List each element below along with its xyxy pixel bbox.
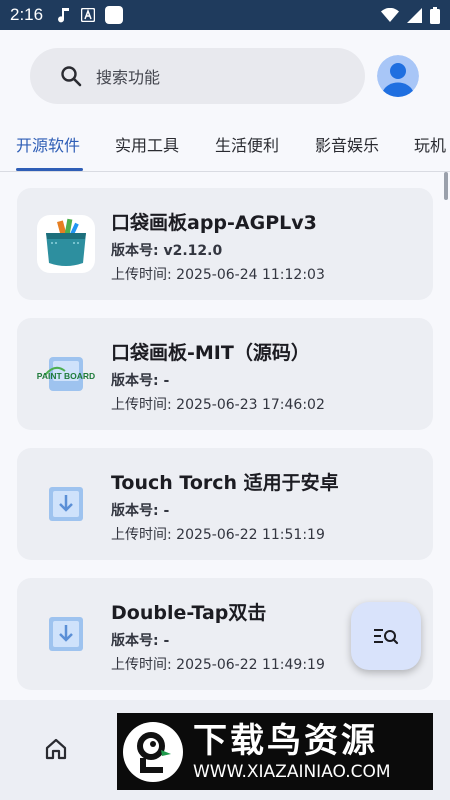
tab-open-source[interactable]: 开源软件 [16,132,80,156]
upload-time-label: 上传时间: [111,397,172,413]
search-icon [60,65,82,87]
watermark-title: 下载鸟资源 [193,720,378,761]
wifi-icon [381,8,399,22]
tab-utilities[interactable]: 实用工具 [115,132,179,156]
paint-board-icon-text: PAINT BOARD [37,371,95,381]
home-icon[interactable] [44,738,68,764]
paint-board-app-icon: PAINT BOARD [35,345,95,403]
upload-time-value: 2025-06-22 11:51:19 [176,527,325,543]
search-bar[interactable]: 搜索功能 [30,48,365,104]
version-value: - [163,373,170,389]
app-title: Double-Tap双击 [111,602,267,624]
download-box-icon [37,605,95,663]
upload-time-value: 2025-06-22 11:49:19 [176,657,325,673]
download-box-icon [37,475,95,533]
paint-pocket-app-icon [37,215,95,273]
watermark-url: WWW.XIAZAINIAO.COM [193,761,391,782]
version-label: 版本号: [111,243,159,259]
square-icon [105,6,124,24]
version-value: - [163,633,170,649]
app-title: 口袋画板app-AGPLv3 [111,212,317,234]
app-card[interactable]: 口袋画板app-AGPLv3 版本号: v2.12.0 上传时间: 2025-0… [17,188,433,300]
version-label: 版本号: [111,373,159,389]
app-title: Touch Torch 适用于安卓 [111,472,339,494]
search-list-fab[interactable] [351,602,421,670]
upload-time-value: 2025-06-23 17:46:02 [176,397,325,413]
upload-time-label: 上传时间: [111,527,172,543]
search-input[interactable]: 搜索功能 [96,64,160,88]
avatar[interactable] [377,55,419,97]
tab-media[interactable]: 影音娱乐 [315,132,379,156]
bird-logo-icon [123,721,183,782]
app-upload-time: 上传时间: 2025-06-22 11:49:19 [111,654,325,674]
scrollbar[interactable] [444,172,448,200]
tab-lifestyle[interactable]: 生活便利 [215,132,279,156]
tab-phone-tweaks[interactable]: 玩机 [414,132,446,156]
status-bar: 2:16 [0,0,450,30]
version-value: v2.12.0 [163,243,223,259]
search-list-icon [374,629,399,645]
signal-icon [407,7,422,23]
app-upload-time: 上传时间: 2025-06-23 17:46:02 [111,394,325,414]
app-upload-time: 上传时间: 2025-06-22 11:51:19 [111,524,325,544]
app-upload-time: 上传时间: 2025-06-24 11:12:03 [111,264,325,284]
version-label: 版本号: [111,633,159,649]
version-label: 版本号: [111,503,159,519]
app-version: 版本号: - [111,630,169,650]
app-version: 版本号: - [111,500,169,520]
version-value: - [163,503,170,519]
avatar-icon [377,55,419,97]
app-card[interactable]: Touch Torch 适用于安卓 版本号: - 上传时间: 2025-06-2… [17,448,433,560]
app-card[interactable]: PAINT BOARD 口袋画板-MIT（源码） 版本号: - 上传时间: 20… [17,318,433,430]
status-time: 2:16 [10,5,44,24]
upload-time-label: 上传时间: [111,657,172,673]
music-note-icon [57,7,71,23]
a-icon [81,8,96,22]
category-tabs: 开源软件 实用工具 生活便利 影音娱乐 玩机 [0,112,450,172]
tab-indicator [16,168,83,171]
watermark-banner: 下载鸟资源 WWW.XIAZAINIAO.COM [117,713,433,790]
app-version: 版本号: - [111,370,169,390]
app-title: 口袋画板-MIT（源码） [111,342,310,364]
upload-time-value: 2025-06-24 11:12:03 [176,267,325,283]
app-version: 版本号: v2.12.0 [111,240,222,260]
battery-icon [430,6,440,24]
upload-time-label: 上传时间: [111,267,172,283]
